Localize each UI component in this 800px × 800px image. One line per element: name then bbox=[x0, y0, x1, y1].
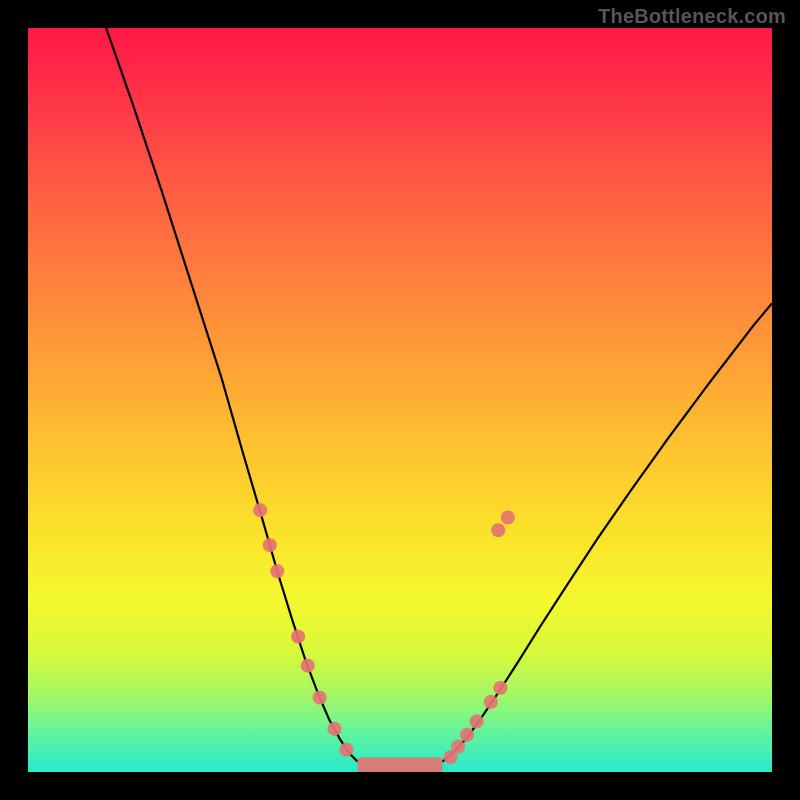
data-dot bbox=[460, 728, 474, 742]
plot-area bbox=[28, 28, 772, 772]
data-dot bbox=[501, 511, 515, 525]
bottom-flat-segment bbox=[358, 757, 443, 772]
data-dot bbox=[339, 743, 353, 757]
data-dot bbox=[328, 722, 342, 736]
data-dot bbox=[470, 714, 484, 728]
chart-stage: TheBottleneck.com bbox=[0, 0, 800, 800]
data-dot bbox=[451, 740, 465, 754]
data-dot bbox=[253, 503, 267, 517]
left-curve bbox=[106, 28, 357, 762]
data-dot bbox=[291, 630, 305, 644]
curve-overlay bbox=[28, 28, 772, 772]
data-dot bbox=[491, 523, 505, 537]
data-dot bbox=[484, 695, 498, 709]
data-dot bbox=[313, 691, 327, 705]
data-dot bbox=[270, 564, 284, 578]
data-dot bbox=[263, 538, 277, 552]
watermark-label: TheBottleneck.com bbox=[598, 6, 786, 29]
data-dot bbox=[493, 681, 507, 695]
data-dot bbox=[301, 659, 315, 673]
data-dots bbox=[253, 503, 515, 764]
